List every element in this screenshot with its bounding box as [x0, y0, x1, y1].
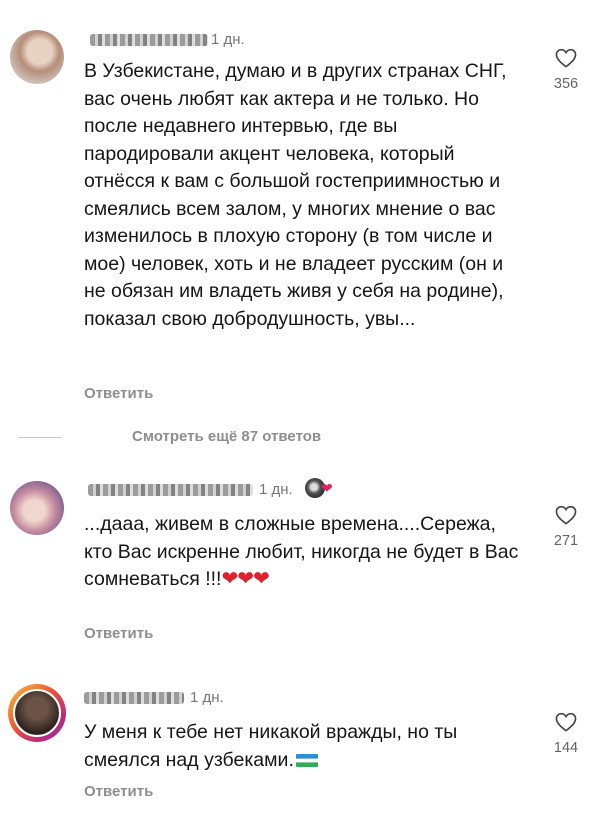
like-count: 144: [553, 740, 579, 756]
comment-text: В Узбекистане, думаю и в других странах …: [84, 60, 507, 330]
like-button[interactable]: 144: [546, 712, 586, 756]
view-more-divider: [18, 437, 62, 438]
like-button[interactable]: 271: [546, 505, 586, 549]
comment-text: У меня к тебе нет никакой вражды, но ты …: [84, 719, 524, 774]
like-button[interactable]: 356: [546, 48, 586, 92]
comment-time: 1 дн.: [211, 31, 245, 48]
username-blurred[interactable]: [90, 34, 208, 46]
heart-outline-icon: [555, 712, 577, 732]
uzbekistan-flag-emoji: [295, 753, 318, 767]
username-blurred[interactable]: [84, 692, 184, 704]
comment-time: 1 дн.: [190, 689, 224, 706]
reply-button[interactable]: Ответить: [84, 625, 153, 642]
avatar-image: [13, 689, 61, 737]
comment-text-body: У меня к тебе нет никакой вражды, но ты …: [84, 721, 458, 771]
heart-outline-icon: [555, 505, 577, 525]
comment-text-body: ...дааа, живем в сложные времена....Сере…: [84, 513, 519, 590]
comment-time: 1 дн.: [259, 481, 293, 498]
reply-button[interactable]: Ответить: [84, 385, 153, 402]
reply-button[interactable]: Ответить: [84, 783, 153, 800]
liked-by-author-heart-icon: ❤: [321, 480, 333, 496]
avatar-with-story-ring[interactable]: [8, 684, 66, 742]
heart-outline-icon: [555, 48, 577, 68]
avatar[interactable]: [10, 30, 64, 84]
like-count: 356: [553, 76, 579, 92]
view-more-label[interactable]: Смотреть ещё 87 ответов: [132, 428, 321, 445]
username-blurred[interactable]: [88, 484, 253, 496]
comment-text: ...дааа, живем в сложные времена....Сере…: [84, 511, 524, 594]
like-count: 271: [553, 533, 579, 549]
heart-emoji: ❤❤❤: [221, 568, 269, 590]
view-more-replies[interactable]: Смотреть ещё 87 ответов: [18, 428, 321, 445]
avatar[interactable]: [10, 481, 64, 535]
